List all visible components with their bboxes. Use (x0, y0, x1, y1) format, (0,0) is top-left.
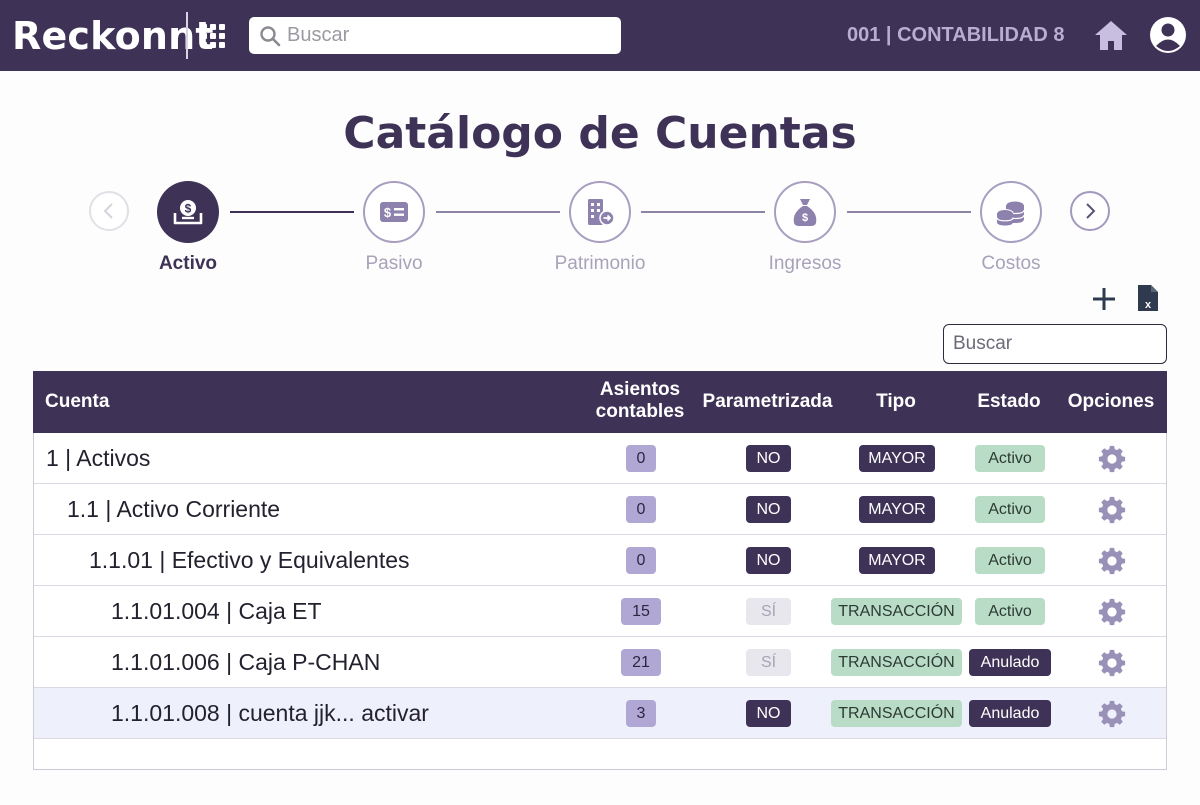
column-header-asientos[interactable]: Asientos contables (585, 379, 695, 423)
step-pasivo[interactable]: $ (363, 181, 425, 243)
column-header-tipo[interactable]: Tipo (851, 391, 941, 413)
account-name: 1 | Activos (46, 445, 151, 471)
account-name: 1.1.01.006 | Caja P-CHAN (111, 649, 381, 675)
estado-badge: Anulado (969, 649, 1051, 676)
home-icon[interactable] (1093, 18, 1129, 52)
search-icon (260, 25, 281, 46)
asientos-count-badge: 0 (626, 496, 656, 523)
stepper-connector (641, 211, 765, 213)
step-activo[interactable]: $ (157, 181, 219, 243)
tipo-badge: MAYOR (859, 496, 935, 523)
asientos-count-badge: 0 (626, 547, 656, 574)
logo-divider (186, 12, 188, 59)
asientos-count-badge: 0 (626, 445, 656, 472)
table-search-input[interactable] (943, 324, 1167, 364)
chevron-right-icon (1086, 203, 1096, 219)
gear-icon[interactable] (1097, 699, 1127, 729)
svg-text:$: $ (185, 202, 192, 216)
estado-badge: Activo (975, 598, 1045, 625)
tipo-badge: MAYOR (859, 445, 935, 472)
estado-badge: Activo (975, 547, 1045, 574)
table-row[interactable]: 1.1.01.004 | Caja ET 15 SÍ TRANSACCIÓN A… (34, 586, 1166, 637)
parametrizada-badge: SÍ (746, 598, 791, 625)
table-row[interactable]: 1 | Activos 0 NO MAYOR Activo (34, 433, 1166, 484)
chevron-left-icon (103, 203, 113, 219)
apps-grid-icon[interactable] (201, 24, 225, 48)
column-header-cuenta[interactable]: Cuenta (45, 391, 109, 413)
stepper-previous-button[interactable] (89, 191, 129, 231)
parametrizada-badge: NO (746, 496, 791, 523)
table-row[interactable]: 1.1 | Activo Corriente 0 NO MAYOR Activo (34, 484, 1166, 535)
step-label-ingresos: Ingresos (768, 253, 842, 274)
asientos-count-badge: 15 (621, 598, 661, 625)
step-ingresos[interactable]: $ (774, 181, 836, 243)
account-name: 1.1.01.004 | Caja ET (111, 598, 322, 624)
parametrizada-badge: NO (746, 547, 791, 574)
svg-text:$: $ (384, 205, 392, 220)
asientos-count-badge: 21 (621, 649, 661, 676)
estado-badge: Activo (975, 496, 1045, 523)
global-search[interactable] (249, 17, 621, 54)
bill-icon: $ (380, 202, 408, 222)
tipo-badge: TRANSACCIÓN (831, 700, 962, 727)
gear-icon[interactable] (1097, 597, 1127, 627)
app-logo[interactable]: Reckonnt (12, 14, 214, 58)
table-row[interactable]: 1.1.01.006 | Caja P-CHAN 21 SÍ TRANSACCI… (34, 637, 1166, 688)
excel-export-icon[interactable]: x (1137, 284, 1159, 312)
svg-text:$: $ (802, 212, 808, 224)
stepper-connector (230, 211, 354, 213)
column-header-opciones: Opciones (1067, 391, 1155, 412)
step-label-pasivo: Pasivo (365, 253, 423, 274)
account-name: 1.1.01.008 | cuenta jjk... activar (111, 700, 429, 726)
money-bag-icon: $ (793, 199, 817, 226)
table-row[interactable]: 1.1.01.008 | cuenta jjk... activar 3 NO … (34, 688, 1166, 739)
asientos-count-badge: 3 (626, 700, 656, 727)
account-name: 1.1.01 | Efectivo y Equivalentes (89, 547, 410, 573)
building-icon (588, 199, 615, 226)
step-label-patrimonio: Patrimonio (554, 253, 646, 274)
parametrizada-badge: SÍ (746, 649, 791, 676)
stepper-connector (847, 211, 971, 213)
step-label-activo: Activo (158, 253, 218, 274)
parametrizada-badge: NO (746, 445, 791, 472)
stepper-next-button[interactable] (1070, 191, 1110, 231)
company-selector[interactable]: 001 | CONTABILIDAD 8 (847, 24, 1064, 47)
step-label-costos: Costos (981, 253, 1041, 274)
add-icon[interactable] (1091, 286, 1117, 312)
parametrizada-badge: NO (746, 700, 791, 727)
coins-icon (996, 200, 1025, 226)
estado-badge: Activo (975, 445, 1045, 472)
account-name: 1.1 | Activo Corriente (67, 496, 281, 522)
gear-icon[interactable] (1097, 444, 1127, 474)
accounts-table: Cuenta Asientos contables Parametrizada … (33, 371, 1167, 770)
tipo-badge: TRANSACCIÓN (831, 649, 962, 676)
table-row[interactable]: 1.1.01 | Efectivo y Equivalentes 0 NO MA… (34, 535, 1166, 586)
column-header-parametrizada[interactable]: Parametrizada (695, 391, 840, 413)
top-bar: Reckonnt 001 | CONTABILIDAD 8 (0, 0, 1200, 71)
gear-icon[interactable] (1097, 648, 1127, 678)
global-search-input[interactable] (287, 24, 607, 47)
step-patrimonio[interactable] (569, 181, 631, 243)
tipo-badge: TRANSACCIÓN (831, 598, 962, 625)
table-header: Cuenta Asientos contables Parametrizada … (33, 371, 1167, 433)
user-account-icon[interactable] (1149, 16, 1187, 54)
stepper-connector (436, 211, 560, 213)
tipo-badge: MAYOR (859, 547, 935, 574)
step-costos[interactable] (980, 181, 1042, 243)
estado-badge: Anulado (969, 700, 1051, 727)
money-box-icon: $ (173, 200, 203, 225)
gear-icon[interactable] (1097, 495, 1127, 525)
svg-text:x: x (1145, 299, 1152, 311)
gear-icon[interactable] (1097, 546, 1127, 576)
page-title: Catálogo de Cuentas (343, 108, 857, 159)
column-header-estado[interactable]: Estado (959, 391, 1059, 413)
